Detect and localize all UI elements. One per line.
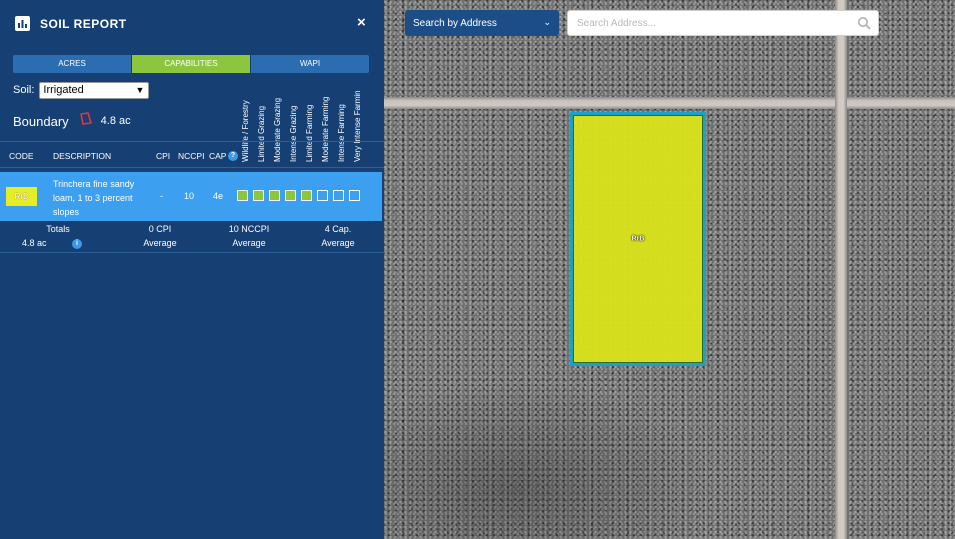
search-mode-label: Search by Address bbox=[413, 17, 497, 29]
boundary-row: Boundary 4.8 ac bbox=[13, 112, 131, 130]
capability-box bbox=[333, 190, 344, 201]
capability-box bbox=[349, 190, 360, 201]
soil-report-panel: SOIL REPORT × ACRES CAPABILITIES WAPI So… bbox=[0, 0, 384, 539]
terrain-shade bbox=[384, 380, 714, 539]
totals-nccpi-sub: Average bbox=[232, 238, 266, 248]
parcel-boundary-polygon[interactable]: RrB bbox=[570, 112, 706, 366]
boundary-area: 4.8 ac bbox=[100, 115, 131, 127]
totals-cap: 4 Cap. bbox=[324, 224, 352, 234]
close-icon[interactable]: × bbox=[357, 14, 366, 31]
totals-nccpi: 10 NCCPI bbox=[228, 224, 270, 234]
divider bbox=[0, 141, 384, 142]
soil-description: Trinchera fine sandy loam, 1 to 3 percen… bbox=[53, 179, 135, 217]
capability-box bbox=[253, 190, 264, 201]
divider bbox=[0, 252, 384, 253]
soil-type-dropdown[interactable]: Irrigated ▼ bbox=[39, 81, 150, 99]
boundary-label: Boundary bbox=[13, 113, 69, 129]
capability-box bbox=[269, 190, 280, 201]
road-horizontal bbox=[384, 97, 955, 109]
parcel-soil-label: RrB bbox=[631, 235, 645, 243]
totals-area: 4.8 ac bbox=[22, 238, 47, 248]
road-vertical bbox=[835, 0, 847, 539]
search-mode-dropdown[interactable]: Search by Address ⌄ bbox=[405, 10, 559, 36]
row-nccpi: 10 bbox=[184, 191, 195, 201]
search-icon[interactable] bbox=[857, 16, 871, 33]
capability-box bbox=[317, 190, 328, 201]
chevron-down-icon: ▼ bbox=[135, 84, 145, 95]
col-code: CODE bbox=[9, 151, 34, 161]
soil-selector-row: Soil: Irrigated ▼ bbox=[13, 81, 150, 99]
boundary-polygon-icon[interactable] bbox=[79, 112, 93, 130]
tab-capabilities[interactable]: CAPABILITIES bbox=[132, 55, 251, 73]
help-icon[interactable]: ? bbox=[228, 151, 238, 161]
col-cap: CAP bbox=[209, 151, 227, 161]
col-nccpi: NCCPI bbox=[178, 151, 205, 161]
row-cap: 4e bbox=[213, 191, 224, 201]
capability-box bbox=[301, 190, 312, 201]
tab-wapi[interactable]: WAPI bbox=[251, 55, 369, 73]
report-tabs: ACRES CAPABILITIES WAPI bbox=[13, 55, 369, 73]
totals-label: Totals bbox=[46, 224, 70, 234]
totals-cap-sub: Average bbox=[321, 238, 355, 248]
row-cpi: - bbox=[160, 191, 163, 201]
capability-box bbox=[237, 190, 248, 201]
soil-type-value: Irrigated bbox=[43, 83, 84, 96]
col-description: DESCRIPTION bbox=[53, 151, 112, 161]
address-search-input[interactable]: Search Address... bbox=[567, 10, 879, 36]
address-search-placeholder: Search Address... bbox=[577, 17, 656, 29]
chevron-down-icon: ⌄ bbox=[543, 17, 551, 27]
tab-acres[interactable]: ACRES bbox=[13, 55, 132, 73]
divider bbox=[0, 167, 384, 168]
totals-row: Totals 4.8 ac i 0 CPI Average 10 NCCPI A… bbox=[0, 224, 384, 252]
soil-code-chip: RrB bbox=[6, 187, 37, 206]
col-cpi: CPI bbox=[156, 151, 171, 161]
table-header: CODE DESCRIPTION CPI NCCPI CAP ? bbox=[0, 148, 384, 164]
info-icon[interactable]: i bbox=[72, 239, 82, 249]
totals-cpi: 0 CPI bbox=[148, 224, 172, 234]
capability-box bbox=[285, 190, 296, 201]
satellite-map[interactable]: RrB bbox=[384, 0, 955, 539]
capability-indicators bbox=[237, 190, 365, 201]
totals-cpi-sub: Average bbox=[143, 238, 177, 248]
soil-label: Soil: bbox=[13, 84, 35, 96]
bar-chart-icon bbox=[15, 16, 30, 31]
panel-title: SOIL REPORT bbox=[40, 17, 127, 31]
panel-header: SOIL REPORT × bbox=[0, 0, 384, 48]
